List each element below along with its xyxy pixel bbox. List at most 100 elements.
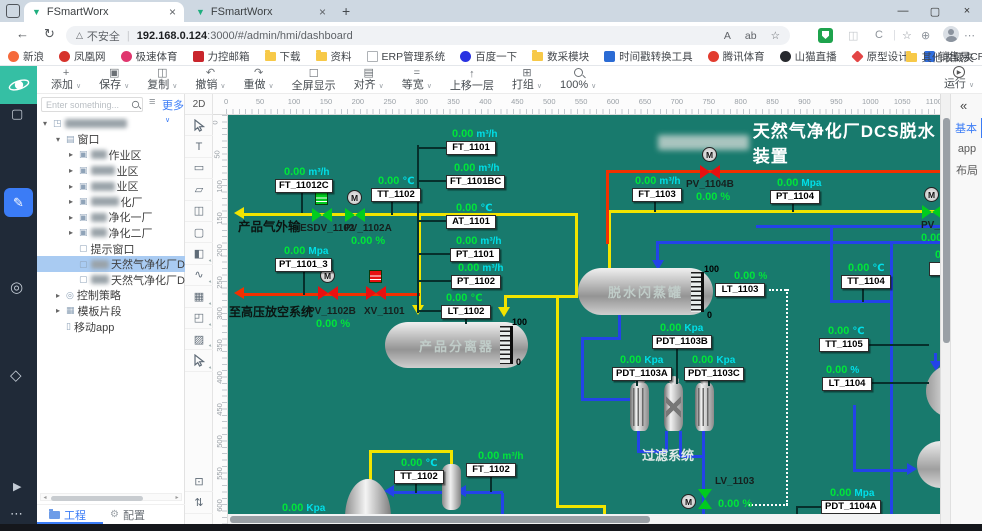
- tree-item[interactable]: ▢ 天然气净化厂D: [37, 272, 185, 288]
- expander-icon[interactable]: ▸: [56, 306, 66, 315]
- translate-icon[interactable]: ab: [745, 30, 757, 42]
- browser-menu-icon[interactable]: ⋯: [964, 29, 975, 42]
- vessel-filter[interactable]: [695, 376, 714, 431]
- tree-item[interactable]: ▾ ◳: [37, 116, 185, 132]
- collections-icon[interactable]: ⊕: [921, 29, 930, 42]
- instrument-tag[interactable]: PDT_1103B: [652, 335, 712, 349]
- run-button[interactable]: ▶ 运行 ∨: [939, 66, 979, 94]
- instrument-tag[interactable]: TT_1102: [394, 470, 444, 484]
- refresh-icon[interactable]: ↻: [44, 26, 55, 42]
- table-tool-icon[interactable]: ▦ ▸: [185, 286, 214, 308]
- toolbar-button[interactable]: 100% ∨: [551, 66, 605, 94]
- expander-icon[interactable]: ▸: [56, 291, 66, 300]
- instrument-tag[interactable]: PDT_1103C: [684, 367, 744, 381]
- expander-icon[interactable]: ▸: [69, 213, 79, 222]
- scroll-left-icon[interactable]: ◂: [41, 494, 49, 501]
- vessel-circle[interactable]: [926, 364, 940, 418]
- extension-shield-icon[interactable]: [818, 28, 833, 43]
- instrument-tag[interactable]: PDT_1103A: [612, 367, 672, 381]
- toolbar-button[interactable]: ▤ 对齐 ∨: [345, 66, 393, 94]
- browser-tab-active[interactable]: ▼ FSmartWorx ×: [24, 2, 184, 22]
- bookmark-item[interactable]: 时间戳转换工具: [604, 49, 693, 64]
- instrument-tag[interactable]: FT_1101BC: [446, 175, 506, 189]
- vessel-filterx[interactable]: [664, 376, 683, 431]
- tree-item[interactable]: ▸ ▦ 模板片段: [37, 303, 185, 319]
- flip-tool-icon[interactable]: ⇅: [185, 492, 213, 514]
- window-close-button[interactable]: ×: [952, 0, 982, 22]
- tree-item[interactable]: ▸ ▣ 作业区: [37, 147, 185, 163]
- tab-actions-icon[interactable]: [6, 4, 20, 18]
- toolbar-button[interactable]: = 等宽 ∨: [393, 66, 441, 94]
- chart-tool-icon[interactable]: ∿ ▸: [185, 265, 214, 287]
- expander-icon[interactable]: ▾: [43, 119, 53, 128]
- expander-icon[interactable]: ▸: [69, 228, 79, 237]
- valve-PV_1102B[interactable]: [318, 286, 338, 300]
- instrument-tag[interactable]: PT_1101: [450, 248, 500, 262]
- split-screen-icon[interactable]: ◫: [848, 29, 858, 42]
- copy-shape-tool-icon[interactable]: ◫: [185, 201, 213, 222]
- monitor-icon[interactable]: ▢: [11, 106, 23, 122]
- select-tool-icon[interactable]: [185, 115, 213, 137]
- scrollbar-thumb[interactable]: [230, 515, 650, 523]
- properties-tab-布局[interactable]: 布局: [951, 160, 982, 180]
- bookmark-item[interactable]: 新浪: [8, 49, 44, 64]
- scrollbar-thumb[interactable]: [51, 495, 143, 501]
- instrument-tag[interactable]: FT_1102: [466, 463, 516, 477]
- instrument-tag[interactable]: PT_1104: [770, 190, 820, 204]
- browser-extension-icon[interactable]: C: [875, 29, 883, 41]
- tree-item[interactable]: ▸ ▣ 净化一厂: [37, 210, 185, 226]
- widget-tool-icon[interactable]: ◰ ▸: [185, 308, 214, 329]
- fit-view-tool-icon[interactable]: ⊡: [185, 471, 213, 493]
- toolbar-button[interactable]: ⊞ 打组 ∨: [503, 66, 551, 94]
- valve-LV_1103[interactable]: [698, 489, 712, 509]
- bookmark-item[interactable]: 凤凰网: [59, 49, 106, 64]
- bookmark-item[interactable]: 百度一下: [460, 49, 517, 64]
- valve-XV_1101[interactable]: [366, 286, 386, 300]
- scroll-right-icon[interactable]: ▸: [173, 494, 181, 501]
- bookmark-item[interactable]: 山猫直播: [779, 49, 837, 64]
- toolbar-button[interactable]: + 添加 ∨: [42, 66, 90, 94]
- favorites-list-icon[interactable]: ☆: [902, 29, 912, 42]
- tree-item[interactable]: ▾ ▤ 窗口: [37, 132, 185, 148]
- toolbar-button[interactable]: ↶ 撤销 ∨: [186, 66, 234, 94]
- instrument-tag[interactable]: FT_1103: [632, 188, 682, 202]
- window-maximize-button[interactable]: ▢: [920, 0, 950, 22]
- instrument-tag[interactable]: FT_11012C: [275, 179, 333, 193]
- canvas-hscrollbar[interactable]: [228, 514, 940, 524]
- toolbar-button[interactable]: ▣ 保存 ∨: [90, 66, 138, 94]
- favorite-star-icon[interactable]: ☆: [771, 30, 780, 42]
- browser-tab-inactive[interactable]: ▼ FSmartWorx ×: [188, 2, 334, 22]
- expander-icon[interactable]: ▸: [69, 182, 79, 191]
- instrument-tag[interactable]: LT_1104: [822, 377, 872, 391]
- back-icon[interactable]: ←: [16, 26, 29, 41]
- valve-PV_1104B[interactable]: [700, 165, 720, 179]
- bookmark-item[interactable]: 数采模块: [532, 49, 589, 64]
- expander-icon[interactable]: ▸: [69, 150, 79, 159]
- rail-more-icon[interactable]: ⋯: [10, 506, 23, 522]
- bookmark-item[interactable]: 资料: [315, 49, 352, 64]
- text-tool-icon[interactable]: T: [185, 136, 213, 158]
- tree-item[interactable]: ▢ 提示窗口: [37, 241, 185, 257]
- expander-icon[interactable]: ▸: [69, 197, 79, 206]
- toolbar-button[interactable]: ↷ 重做 ∨: [235, 66, 283, 94]
- valve-ESDV_1102[interactable]: [312, 208, 332, 222]
- scrollbar-thumb[interactable]: [942, 118, 950, 343]
- tab-project[interactable]: 工程: [49, 507, 86, 523]
- properties-tab-基本[interactable]: 基本: [951, 118, 982, 138]
- read-aloud-icon[interactable]: A: [724, 30, 731, 42]
- url-field[interactable]: △ 不安全 | 192.168.0.124 :3000/#/admin/hmi/…: [66, 26, 790, 45]
- tab-close-icon[interactable]: ×: [169, 5, 176, 19]
- bookmark-item[interactable]: 腾讯体育: [707, 49, 765, 64]
- mode-2d-label[interactable]: 2D: [185, 94, 213, 115]
- vessel-filter[interactable]: [630, 376, 649, 431]
- tab-config[interactable]: ⚙ 配置: [110, 507, 145, 523]
- tab-close-icon[interactable]: ×: [319, 5, 326, 19]
- app-logo-icon[interactable]: [0, 66, 37, 104]
- new-tab-button[interactable]: +: [342, 3, 350, 19]
- list-menu-icon[interactable]: ≡: [149, 96, 155, 108]
- bookmark-item[interactable]: 原型设计: [850, 49, 909, 64]
- tree-item[interactable]: ▯ 移动app: [37, 319, 185, 335]
- instrument-tag[interactable]: PT_1102: [451, 275, 501, 289]
- instrument-tag[interactable]: TT_1105: [819, 338, 869, 352]
- properties-tab-app[interactable]: app: [951, 139, 982, 159]
